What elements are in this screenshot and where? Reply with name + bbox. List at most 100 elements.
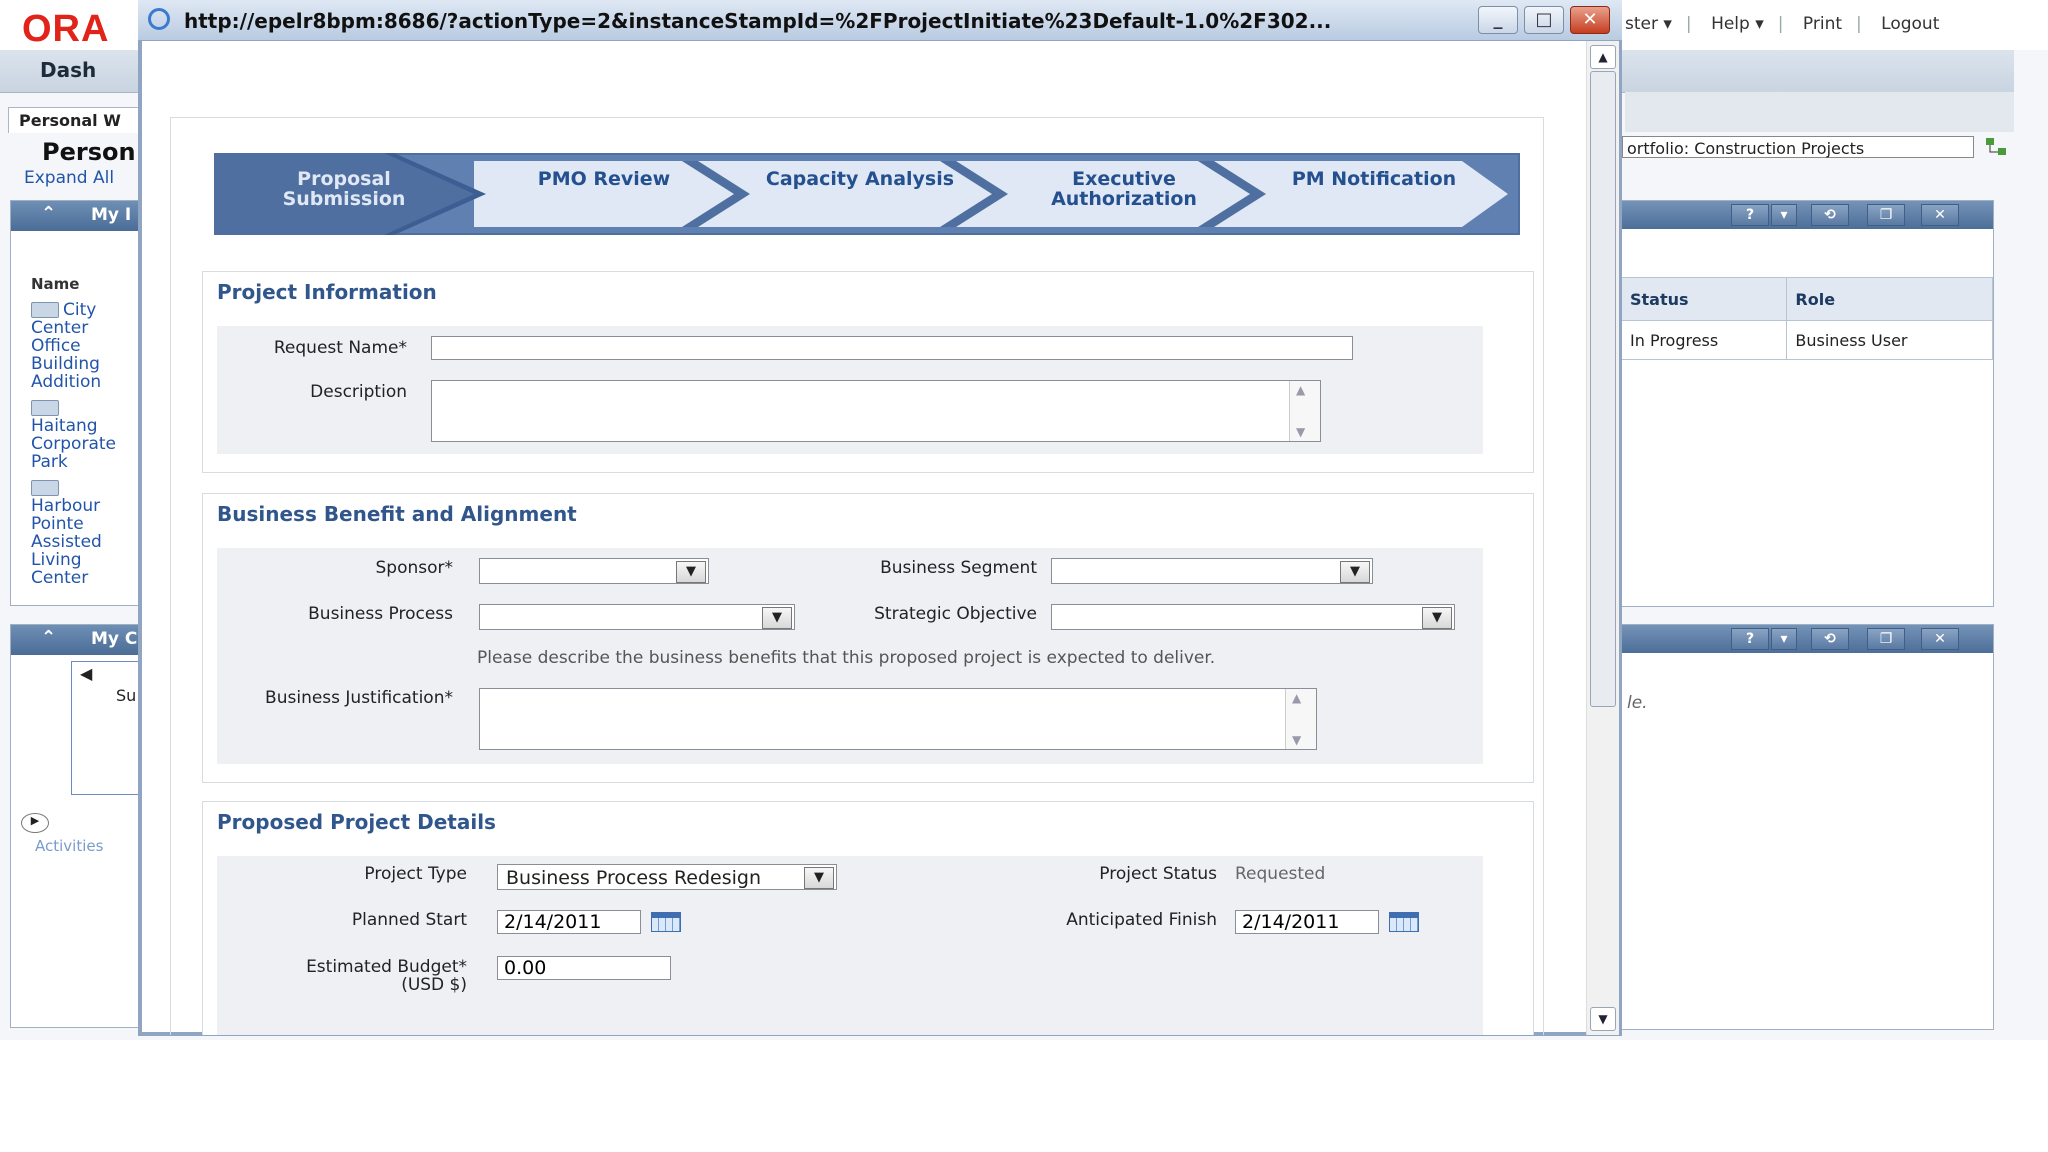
help-icon[interactable]: ? bbox=[1731, 204, 1769, 226]
tree-item[interactable]: City Center Office Building Addition bbox=[31, 301, 141, 391]
tree-item[interactable]: Harbour Pointe Assisted Living Center bbox=[31, 479, 141, 587]
strategic-objective-label: Strategic Objective bbox=[874, 604, 1037, 624]
org-tree-icon[interactable] bbox=[1984, 136, 2008, 158]
logout-link[interactable]: Logout bbox=[1881, 14, 1939, 34]
step-pm-notification[interactable]: PM Notification bbox=[1274, 169, 1474, 189]
close-icon[interactable]: ✕ bbox=[1921, 204, 1959, 226]
activities-panel: ? ▾ ⟲ ❐ ✕ le. bbox=[1620, 624, 1994, 1030]
column-name: Name bbox=[31, 275, 80, 293]
step-pmo-review[interactable]: PMO Review bbox=[504, 169, 704, 189]
popup-window: http://epelr8bpm:8686/?actionType=2&inst… bbox=[138, 0, 1622, 1036]
portfolio-selector[interactable]: ortfolio: Construction Projects bbox=[1622, 136, 1974, 158]
project-tree: City Center Office Building Addition Hai… bbox=[31, 301, 141, 587]
minimize-button[interactable]: _ bbox=[1478, 6, 1518, 34]
scroll-down-icon[interactable]: ▼ bbox=[1590, 1007, 1616, 1031]
print-link[interactable]: Print bbox=[1803, 14, 1842, 34]
sponsor-label: Sponsor* bbox=[375, 558, 453, 578]
tree-item[interactable]: Haitang Corporate Park bbox=[31, 399, 141, 471]
popup-scrollbar[interactable]: ▲ ▼ bbox=[1586, 41, 1619, 1035]
folder-icon bbox=[31, 302, 59, 318]
column-status[interactable]: Status bbox=[1620, 277, 1788, 321]
personal-workspace-tab[interactable]: Personal W bbox=[8, 107, 148, 133]
form-content: Proposal Submission PMO Review Capacity … bbox=[142, 41, 1582, 1035]
anticipated-finish-label: Anticipated Finish bbox=[1066, 910, 1217, 930]
business-process-label: Business Process bbox=[308, 604, 453, 624]
help-icon[interactable]: ? bbox=[1731, 628, 1769, 650]
dropdown-icon[interactable]: ▾ bbox=[1771, 628, 1797, 650]
strategic-objective-select[interactable]: ▼ bbox=[1051, 604, 1455, 630]
section-body: Project Type Business Process Redesign ▼ … bbox=[217, 856, 1483, 1035]
calendar-icon[interactable] bbox=[651, 912, 681, 932]
chevron-down-icon[interactable]: ▼ bbox=[1422, 607, 1452, 629]
refresh-icon[interactable]: ⟲ bbox=[1811, 628, 1849, 650]
project-type-label: Project Type bbox=[364, 864, 467, 884]
scroll-up-icon[interactable]: ▲ bbox=[1590, 45, 1616, 69]
business-process-select[interactable]: ▼ bbox=[479, 604, 795, 630]
panel-title: My I bbox=[91, 205, 132, 225]
my-calendar-panel: ⌃ My C ◀ Su ▶ Activities bbox=[10, 624, 153, 1028]
restore-icon[interactable]: ❐ bbox=[1867, 204, 1905, 226]
chevron-down-icon[interactable]: ▼ bbox=[762, 607, 792, 629]
folder-icon bbox=[31, 480, 59, 496]
dashboard-tab[interactable]: Dash bbox=[40, 58, 96, 82]
projects-panel: ? ▾ ⟲ ❐ ✕ Status Role In Progress Business… bbox=[1620, 200, 1994, 607]
expand-activities-icon[interactable]: ▶ bbox=[21, 813, 49, 833]
section-title: Business Benefit and Alignment bbox=[217, 502, 577, 526]
sponsor-select[interactable]: ▼ bbox=[479, 558, 709, 584]
column-role[interactable]: Role bbox=[1786, 277, 1993, 321]
activities-label[interactable]: Activities bbox=[35, 837, 103, 855]
maximize-button[interactable]: □ bbox=[1524, 6, 1564, 34]
planned-start-label: Planned Start bbox=[351, 910, 467, 930]
benefit-hint: Please describe the business benefits th… bbox=[477, 648, 1216, 668]
step-executive-authorization[interactable]: Executive Authorization bbox=[1014, 169, 1234, 209]
step-capacity-analysis[interactable]: Capacity Analysis bbox=[760, 169, 960, 189]
estimated-budget-input[interactable] bbox=[497, 956, 671, 980]
section-body: Request Name* Description ▲ ▼ bbox=[217, 326, 1483, 454]
project-type-select[interactable]: Business Process Redesign ▼ bbox=[497, 864, 837, 890]
my-items-panel: ⌃ My I Name City Center Office Building … bbox=[10, 200, 152, 606]
calendar-icon[interactable] bbox=[1389, 912, 1419, 932]
step-proposal-submission[interactable]: Proposal Submission bbox=[244, 169, 444, 209]
table-row[interactable]: In Progress Business User bbox=[1620, 320, 1993, 360]
request-name-label: Request Name* bbox=[273, 338, 407, 358]
section-title: Proposed Project Details bbox=[217, 810, 496, 834]
person-title: Person bbox=[42, 138, 136, 166]
project-details-section: Proposed Project Details Project Type Bu… bbox=[202, 801, 1534, 1035]
panel-title: My C bbox=[91, 629, 138, 649]
expand-all-link[interactable]: Expand All bbox=[24, 168, 114, 188]
section-body: Sponsor* ▼ Business Segment ▼ Business P… bbox=[217, 548, 1483, 764]
oracle-logo: ORA bbox=[22, 8, 110, 50]
anticipated-finish-input[interactable] bbox=[1235, 910, 1379, 934]
description-textarea[interactable]: ▲ ▼ bbox=[431, 380, 1321, 442]
business-segment-select[interactable]: ▼ bbox=[1051, 558, 1373, 584]
help-menu-link[interactable]: Help ▾ bbox=[1711, 14, 1764, 34]
close-icon[interactable]: ✕ bbox=[1921, 628, 1959, 650]
collapse-icon[interactable]: ⌃ bbox=[41, 627, 56, 648]
empty-message: le. bbox=[1627, 693, 1648, 713]
estimated-budget-label-line1: Estimated Budget* bbox=[306, 957, 467, 977]
dropdown-icon[interactable]: ▾ bbox=[1771, 204, 1797, 226]
close-button[interactable]: ✕ bbox=[1570, 6, 1610, 34]
business-justification-label: Business Justification* bbox=[265, 688, 453, 708]
business-justification-textarea[interactable]: ▲ ▼ bbox=[479, 688, 1317, 750]
request-name-input[interactable] bbox=[431, 336, 1353, 360]
textarea-scrollbar[interactable]: ▲ ▼ bbox=[1285, 689, 1316, 749]
estimated-budget-label: Estimated Budget* (USD $) bbox=[217, 958, 467, 994]
projects-table: Status Role In Progress Business User bbox=[1620, 277, 1993, 360]
top-links: ster ▾ | Help ▾ | Print | Logout bbox=[1625, 14, 1940, 34]
estimated-budget-label-line2: (USD $) bbox=[401, 975, 467, 995]
chevron-down-icon[interactable]: ▼ bbox=[676, 561, 706, 583]
planned-start-input[interactable] bbox=[497, 910, 641, 934]
window-titlebar[interactable]: http://epelr8bpm:8686/?actionType=2&inst… bbox=[138, 0, 1622, 41]
collapse-icon[interactable]: ⌃ bbox=[41, 203, 56, 224]
project-status-label: Project Status bbox=[1099, 864, 1217, 884]
textarea-scrollbar[interactable]: ▲ ▼ bbox=[1289, 381, 1320, 441]
panel-header: ? ▾ ⟲ ❐ ✕ bbox=[1621, 625, 1993, 653]
business-benefit-section: Business Benefit and Alignment Sponsor* … bbox=[202, 493, 1534, 783]
refresh-icon[interactable]: ⟲ bbox=[1811, 204, 1849, 226]
restore-icon[interactable]: ❐ bbox=[1867, 628, 1905, 650]
scroll-thumb[interactable] bbox=[1590, 71, 1616, 707]
chevron-down-icon[interactable]: ▼ bbox=[1340, 561, 1370, 583]
prev-month-icon[interactable]: ◀ bbox=[80, 664, 92, 683]
user-menu-link[interactable]: ster ▾ bbox=[1625, 14, 1672, 34]
